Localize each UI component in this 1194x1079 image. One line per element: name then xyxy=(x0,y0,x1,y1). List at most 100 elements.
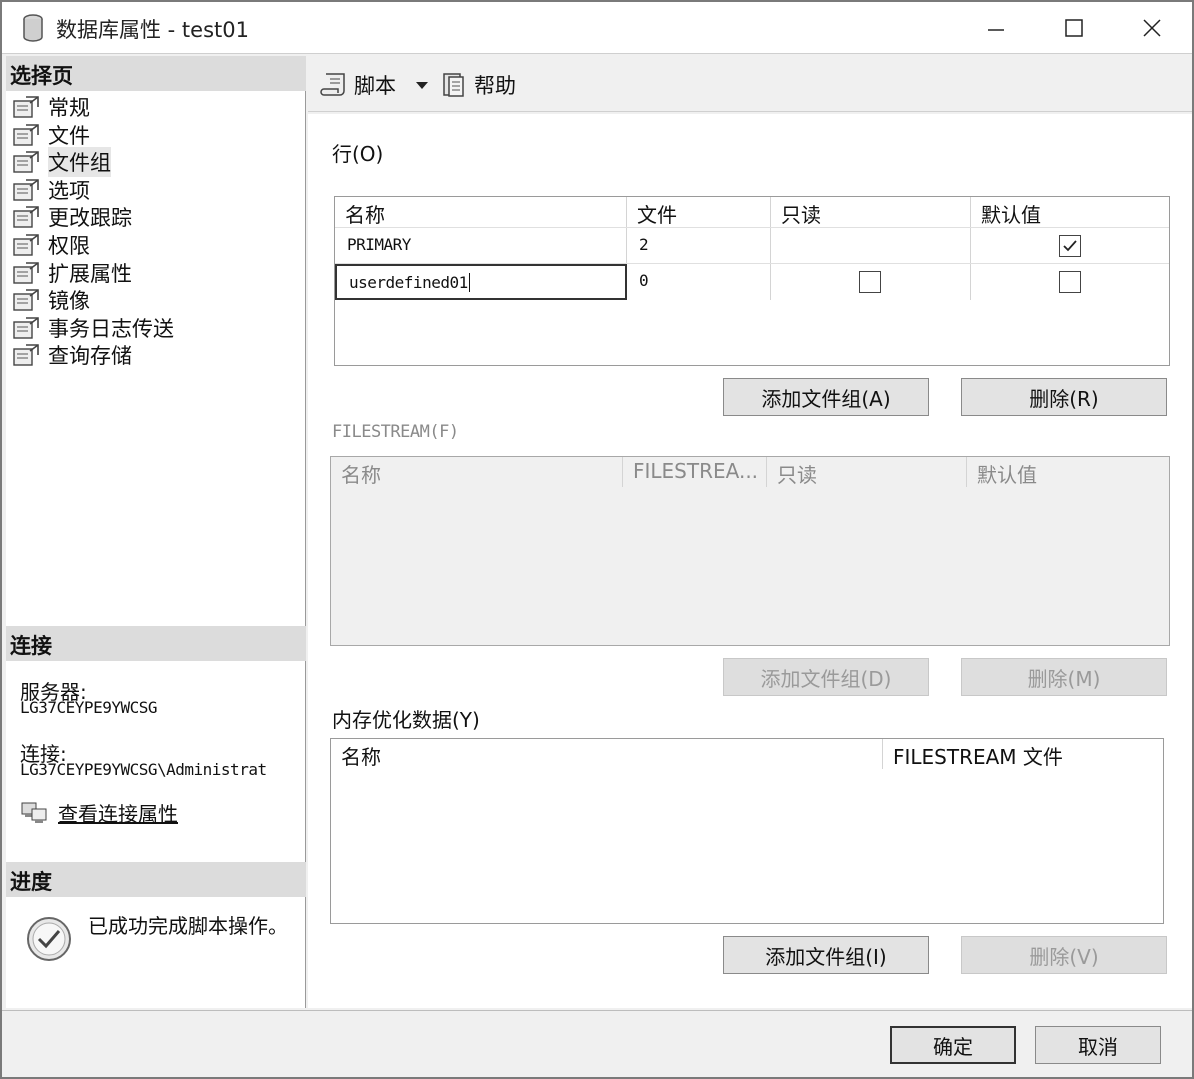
progress-text: 已成功完成脚本操作。 xyxy=(88,914,288,938)
page-item-label: 扩展属性 xyxy=(48,261,132,286)
minimize-icon xyxy=(988,29,1004,31)
left-pane: 选择页 常规 文件 文件组 选项 更改跟踪 权限 扩展属性 镜像 事务日志传送 查询存储 连接 服… xyxy=(6,56,306,1008)
success-check-icon xyxy=(27,917,71,961)
page-item[interactable]: 权限 xyxy=(12,232,90,258)
add-filegroup-button[interactable]: 添加文件组(A) xyxy=(723,378,929,416)
progress-header: 进度 xyxy=(6,862,306,897)
remove-filestream-filegroup-button: 删除(M) xyxy=(961,658,1167,696)
remove-filegroup-button[interactable]: 删除(R) xyxy=(961,378,1167,416)
page-item[interactable]: 更改跟踪 xyxy=(12,204,132,230)
rows-section-label: 行(O) xyxy=(332,142,384,166)
column-header-name[interactable]: 名称 xyxy=(331,739,883,769)
filestream-grid-header: 名称 FILESTREA... 只读 默认值 xyxy=(331,457,1169,487)
default-checkbox[interactable] xyxy=(1059,235,1081,257)
table-row[interactable]: PRIMARY 2 xyxy=(335,227,1169,264)
page-item[interactable]: 镜像 xyxy=(12,287,90,313)
page-item[interactable]: 事务日志传送 xyxy=(12,315,174,341)
page-settings-icon xyxy=(13,316,39,339)
page-item-label: 文件 xyxy=(48,123,90,148)
filestream-section-label: FILESTREAM(F) xyxy=(332,422,459,442)
page-settings-icon xyxy=(13,344,39,367)
name-edit-field[interactable]: userdefined01 xyxy=(335,264,627,300)
connection-value: LG37CEYPE9YWCSG\Administrat xyxy=(20,760,267,779)
column-header-filestream-files[interactable]: FILESTREAM 文件 xyxy=(883,739,1163,769)
column-header-name: 名称 xyxy=(331,457,623,487)
table-row[interactable]: userdefined01 0 xyxy=(335,263,1169,300)
readonly-checkbox[interactable] xyxy=(859,271,881,293)
add-filestream-filegroup-button: 添加文件组(D) xyxy=(723,658,929,696)
maximize-icon xyxy=(1065,19,1083,37)
column-header-default[interactable]: 默认值 xyxy=(971,197,1169,227)
cell-name[interactable]: userdefined01 xyxy=(349,273,468,292)
column-header-default: 默认值 xyxy=(967,457,1169,487)
page-settings-icon xyxy=(13,151,39,173)
help-label: 帮助 xyxy=(474,74,516,98)
cell-default xyxy=(971,264,1169,300)
connection-header: 连接 xyxy=(6,626,306,661)
help-button[interactable]: 帮助 xyxy=(440,70,516,100)
page-settings-icon xyxy=(13,178,39,201)
cell-files[interactable]: 2 xyxy=(627,228,771,264)
progress-status xyxy=(24,914,74,969)
filestream-grid: 名称 FILESTREA... 只读 默认值 xyxy=(330,456,1170,646)
page-item[interactable]: 扩展属性 xyxy=(12,260,132,286)
cell-files[interactable]: 0 xyxy=(627,264,771,300)
add-memory-filegroup-button[interactable]: 添加文件组(I) xyxy=(723,936,929,974)
page-item-label: 镜像 xyxy=(48,289,90,314)
close-icon xyxy=(1143,19,1161,37)
content-area: 行(O) 名称 文件 只读 默认值 PRIMARY 2 userdefined0… xyxy=(308,114,1192,1008)
memory-optimized-grid[interactable]: 名称 FILESTREAM 文件 xyxy=(330,738,1164,924)
cell-default xyxy=(971,228,1169,264)
cancel-button[interactable]: 取消 xyxy=(1035,1026,1161,1064)
view-connection-properties-label[interactable]: 查看连接属性 xyxy=(58,798,178,827)
cell-name[interactable]: PRIMARY xyxy=(335,228,627,264)
memory-grid-header: 名称 FILESTREAM 文件 xyxy=(331,739,1163,769)
page-settings-icon xyxy=(13,206,39,229)
checkmark-icon xyxy=(1063,240,1077,252)
connection-properties-icon xyxy=(21,802,47,823)
default-checkbox[interactable] xyxy=(1059,271,1081,293)
script-label: 脚本 xyxy=(354,74,396,98)
ok-button[interactable]: 确定 xyxy=(890,1026,1016,1064)
page-settings-icon xyxy=(13,234,39,256)
toolbar: 脚本 帮助 xyxy=(308,56,1192,112)
page-settings-icon xyxy=(13,96,39,118)
column-header-name[interactable]: 名称 xyxy=(335,197,627,227)
page-settings-icon xyxy=(13,289,39,311)
column-header-files[interactable]: 文件 xyxy=(627,197,771,227)
page-item[interactable]: 文件 xyxy=(12,122,90,148)
database-icon xyxy=(23,14,43,42)
dialog-footer: 确定 取消 xyxy=(2,1010,1192,1077)
page-item[interactable]: 选项 xyxy=(12,177,90,203)
remove-memory-filegroup-button: 删除(V) xyxy=(961,936,1167,974)
close-button[interactable] xyxy=(1113,2,1191,54)
select-page-header: 选择页 xyxy=(6,56,306,91)
page-settings-icon xyxy=(13,123,39,146)
help-icon xyxy=(443,73,464,97)
cell-readonly xyxy=(771,228,971,264)
page-item-label: 文件组 xyxy=(48,147,111,178)
page-item[interactable]: 查询存储 xyxy=(12,342,132,368)
page-item-label: 查询存储 xyxy=(48,344,132,369)
page-settings-icon xyxy=(13,261,39,284)
window-title: 数据库属性 - test01 xyxy=(56,18,249,42)
column-header-filestream: FILESTREA... xyxy=(623,457,767,487)
view-connection-properties-link[interactable]: 查看连接属性 xyxy=(20,798,178,827)
column-header-readonly: 只读 xyxy=(767,457,967,487)
database-properties-window: 数据库属性 - test01 选择页 常规 文件 文件组 选项 更改跟踪 权限 扩展属性 镜像… xyxy=(0,0,1194,1079)
script-button[interactable]: 脚本 xyxy=(320,70,430,100)
maximize-button[interactable] xyxy=(1035,2,1113,54)
text-cursor xyxy=(468,273,470,292)
memory-optimized-section-label: 内存优化数据(Y) xyxy=(332,708,480,732)
page-item[interactable]: 文件组 xyxy=(12,147,111,178)
page-item-label: 权限 xyxy=(48,234,90,258)
page-item-label: 事务日志传送 xyxy=(48,316,174,341)
page-item-label: 更改跟踪 xyxy=(48,206,132,231)
dropdown-arrow-icon[interactable] xyxy=(414,77,430,93)
page-item[interactable]: 常规 xyxy=(12,94,90,120)
minimize-button[interactable] xyxy=(957,2,1035,54)
column-header-readonly[interactable]: 只读 xyxy=(771,197,971,227)
page-item-label: 常规 xyxy=(48,96,90,120)
server-value: LG37CEYPE9YWCSG xyxy=(20,698,158,717)
filegroups-grid[interactable]: 名称 文件 只读 默认值 PRIMARY 2 userdefined01 0 xyxy=(334,196,1170,366)
